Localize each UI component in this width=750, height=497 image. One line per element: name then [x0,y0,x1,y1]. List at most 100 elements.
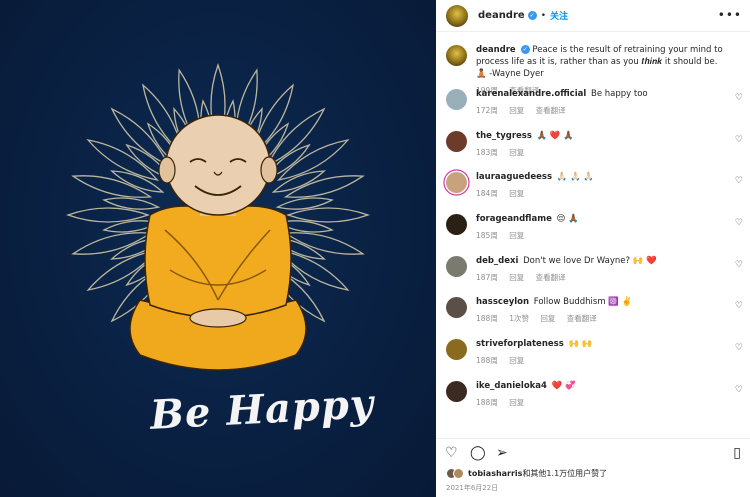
comment-row: ike_danieloka4 ❤️ 💞 188周 回复 ♡ [436,380,750,422]
caption-author-avatar[interactable] [446,45,467,66]
comment-text: karenalexandre.official Be happy too [476,88,728,100]
comment-time[interactable]: 188周 [476,314,498,323]
commenter-avatar[interactable] [446,172,467,194]
comment-row: the_tygress 🙏🏾 ❤️ 🙏🏾 183周 回复 ♡ [436,130,750,172]
comment-body: Be happy too [590,89,648,99]
commenter-avatar[interactable] [446,89,467,110]
comment-like-heart-icon[interactable]: ♡ [735,218,743,228]
commenter-username[interactable]: ike_danieloka4 [476,381,547,391]
commenter-avatar[interactable] [446,130,467,152]
comment-icon[interactable]: ◯ [470,445,486,461]
verified-badge-icon: ✓ [527,11,537,20]
comment-like-heart-icon[interactable]: ♡ [735,260,743,270]
mandala-petal [110,107,170,167]
comment-text: hassceylon Follow Buddhism ☸️ ✌️ [476,296,728,308]
reply-link[interactable]: 回复 [509,356,524,365]
liker-avatar [453,468,464,479]
liker-username[interactable]: tobiasharris [468,469,522,478]
comment-text: striveforplateness 🙌 🙌 [476,338,728,350]
reply-link[interactable]: 回复 [540,314,555,323]
commenter-username[interactable]: hassceylon [476,297,529,307]
commenter-username[interactable]: striveforplateness [476,339,564,349]
comment-row: lauraaguedeess 🙏🏻 🙏🏻 🙏🏻 184周 回复 ♡ [436,171,750,213]
comment-meta: 172周 回复 查看翻译 [476,105,728,116]
commenter-avatar[interactable] [446,214,467,236]
comment-body: 🙏🏻 🙏🏻 🙏🏻 [556,172,594,183]
comment-body: Don't we love Dr Wayne? 🙌 ❤️ [523,255,657,266]
post-image[interactable]: Be Happy [0,0,436,497]
mandala-petal [71,232,153,255]
comment-like-heart-icon[interactable]: ♡ [735,343,743,353]
reply-link[interactable]: 回复 [509,398,524,407]
comment-body: 😌 🙏🏾 [556,214,579,225]
commenter-username[interactable]: karenalexandre.official [476,89,586,99]
reply-link[interactable]: 回复 [509,231,524,240]
comment-body: ❤️ 💞 [551,380,576,391]
author-avatar[interactable] [446,4,468,27]
comment-time[interactable]: 185周 [476,231,498,240]
commenter-avatar[interactable] [446,297,467,319]
comment-row: deb_dexi Don't we love Dr Wayne? 🙌 ❤️ 18… [436,255,750,297]
comment-time[interactable]: 188周 [476,398,498,407]
more-options-icon[interactable]: ••• [718,8,742,22]
comment-meta: 185周 回复 [476,230,728,241]
caption-row: deandre ✓ Peace is the result of retraini… [436,44,750,95]
comment-time[interactable]: 188周 [476,356,498,365]
mandala-petal [266,107,326,167]
comment-meta: 188周 回复 [476,355,728,366]
commenter-username[interactable]: lauraaguedeess [476,172,552,182]
mandala-petal [86,139,160,181]
caption-username[interactable]: deandre [476,45,516,55]
comments-list: deandre ✓ Peace is the result of retraini… [436,44,750,422]
follow-button[interactable]: 关注 [550,9,568,22]
action-bar: ♡ ◯ ➢ ▯ [436,438,750,462]
likes-rest: 和其他1.1万位用户赞了 [522,469,608,478]
comment-like-heart-icon[interactable]: ♡ [735,301,743,311]
like-heart-icon[interactable]: ♡ [445,445,458,461]
comment-time[interactable]: 184周 [476,189,498,198]
commenter-username[interactable]: the_tygress [476,131,532,141]
translate-link[interactable]: 查看翻译 [536,106,566,115]
comment-like-heart-icon[interactable]: ♡ [735,176,743,186]
reply-link[interactable]: 回复 [509,148,524,157]
bookmark-icon[interactable]: ▯ [733,445,741,461]
translate-link[interactable]: 查看翻译 [567,314,597,323]
comment-time[interactable]: 183周 [476,148,498,157]
mandala-petal [286,207,370,223]
author-username[interactable]: deandre [478,10,525,21]
comment-like-heart-icon[interactable]: ♡ [735,93,743,103]
commenter-avatar[interactable] [446,380,467,402]
verified-badge-icon: ✓ [520,45,530,54]
comment-meta: 188周 回复 [476,397,728,408]
post-header: deandre ✓ • 关注 [436,0,750,32]
comment-time[interactable]: 172周 [476,106,498,115]
separator-dot: • [540,10,546,21]
post-date[interactable]: 2021年6月22日 [446,483,498,493]
comment-row: forageandflame 😌 🙏🏾 185周 回复 ♡ [436,213,750,255]
comment-likes[interactable]: 1次赞 [509,314,529,323]
mandala-petal [283,232,365,255]
comment-text: ike_danieloka4 ❤️ 💞 [476,380,728,392]
comment-text: the_tygress 🙏🏾 ❤️ 🙏🏾 [476,130,728,142]
likes-summary[interactable]: tobiasharris和其他1.1万位用户赞了 [446,468,607,479]
translate-link[interactable]: 查看翻译 [536,273,566,282]
reply-link[interactable]: 回复 [509,273,524,282]
caption-text: deandre ✓ Peace is the result of retraini… [476,44,728,80]
mandala-petal [276,139,350,181]
comment-row: hassceylon Follow Buddhism ☸️ ✌️ 188周 1次… [436,296,750,338]
reply-link[interactable]: 回复 [509,189,524,198]
comment-like-heart-icon[interactable]: ♡ [735,135,743,145]
mandala-petal [283,175,365,198]
comment-like-heart-icon[interactable]: ♡ [735,385,743,395]
mandala-petal [66,207,150,223]
reply-link[interactable]: 回复 [509,106,524,115]
commenter-username[interactable]: forageandflame [476,214,552,224]
comment-meta: 187周 回复 查看翻译 [476,272,728,283]
comment-text: lauraaguedeess 🙏🏻 🙏🏻 🙏🏻 [476,171,728,183]
share-paper-plane-icon[interactable]: ➢ [496,445,508,461]
commenter-username[interactable]: deb_dexi [476,256,518,266]
commenter-avatar[interactable] [446,339,467,361]
comment-time[interactable]: 187周 [476,273,498,282]
comment-text: deb_dexi Don't we love Dr Wayne? 🙌 ❤️ [476,255,728,267]
commenter-avatar[interactable] [446,255,467,277]
